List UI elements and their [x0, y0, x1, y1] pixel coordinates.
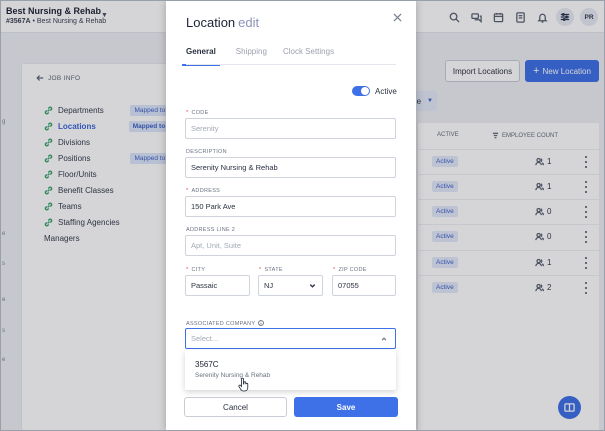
zip-label: * ZIP CODE: [333, 267, 367, 273]
company-option-name: Serenity Nursing & Rehab: [195, 372, 271, 379]
city-label: * CITY: [186, 267, 206, 273]
associated-company-label: ASSOCIATED COMPANY: [186, 320, 265, 327]
city-label-text: CITY: [191, 267, 206, 273]
state-label-text: STATE: [264, 267, 283, 273]
associated-company-label-text: ASSOCIATED COMPANY: [186, 321, 256, 327]
description-label: DESCRIPTION: [186, 149, 227, 155]
tabs-divider: [186, 64, 396, 65]
modal-title: Location edit: [186, 15, 259, 30]
state-label: * STATE: [259, 267, 283, 273]
close-icon[interactable]: [393, 13, 405, 25]
modal-title-text: Location: [186, 15, 236, 30]
description-field[interactable]: Serenity Nursing & Rehab: [185, 157, 396, 178]
app-window: Best Nursing & Rehab #3567A • Best Nursi…: [0, 0, 605, 431]
save-button[interactable]: Save: [294, 397, 398, 417]
active-toggle-label: Active: [375, 86, 397, 96]
associated-company-select[interactable]: Select...: [185, 328, 396, 349]
associated-company-placeholder: Select...: [191, 334, 219, 343]
modal-title-mode: edit: [238, 15, 260, 30]
state-select[interactable]: NJ: [258, 275, 323, 296]
code-label-text: CODE: [191, 110, 209, 116]
code-label: * CODE: [186, 110, 209, 116]
zip-label-text: ZIP CODE: [338, 267, 367, 273]
cancel-button[interactable]: Cancel: [184, 397, 287, 417]
address-line2-label: ADDRESS LINE 2: [186, 227, 236, 233]
company-option-code: 3567C: [195, 360, 219, 369]
address-label-text: ADDRESS: [191, 188, 221, 194]
company-option[interactable]: 3567C Serenity Nursing & Rehab: [185, 350, 396, 390]
city-field[interactable]: Passaic: [185, 275, 250, 296]
active-toggle[interactable]: [352, 86, 370, 96]
address-field[interactable]: 150 Park Ave: [185, 196, 396, 217]
info-icon[interactable]: [258, 320, 265, 326]
zip-field[interactable]: 07055: [332, 275, 396, 296]
code-field[interactable]: Serenity: [185, 118, 396, 139]
address-line2-field[interactable]: Apt, Unit, Suite: [185, 235, 396, 256]
hand-pointer-cursor-icon: [238, 377, 249, 392]
chevron-up-icon: [381, 336, 387, 341]
active-toggle-row: Active: [352, 86, 397, 96]
state-value: NJ: [264, 281, 274, 290]
chevron-down-icon: [309, 284, 316, 288]
address-label: * ADDRESS: [186, 188, 221, 194]
company-dropdown-menu: 3567C Serenity Nursing & Rehab: [185, 350, 396, 390]
